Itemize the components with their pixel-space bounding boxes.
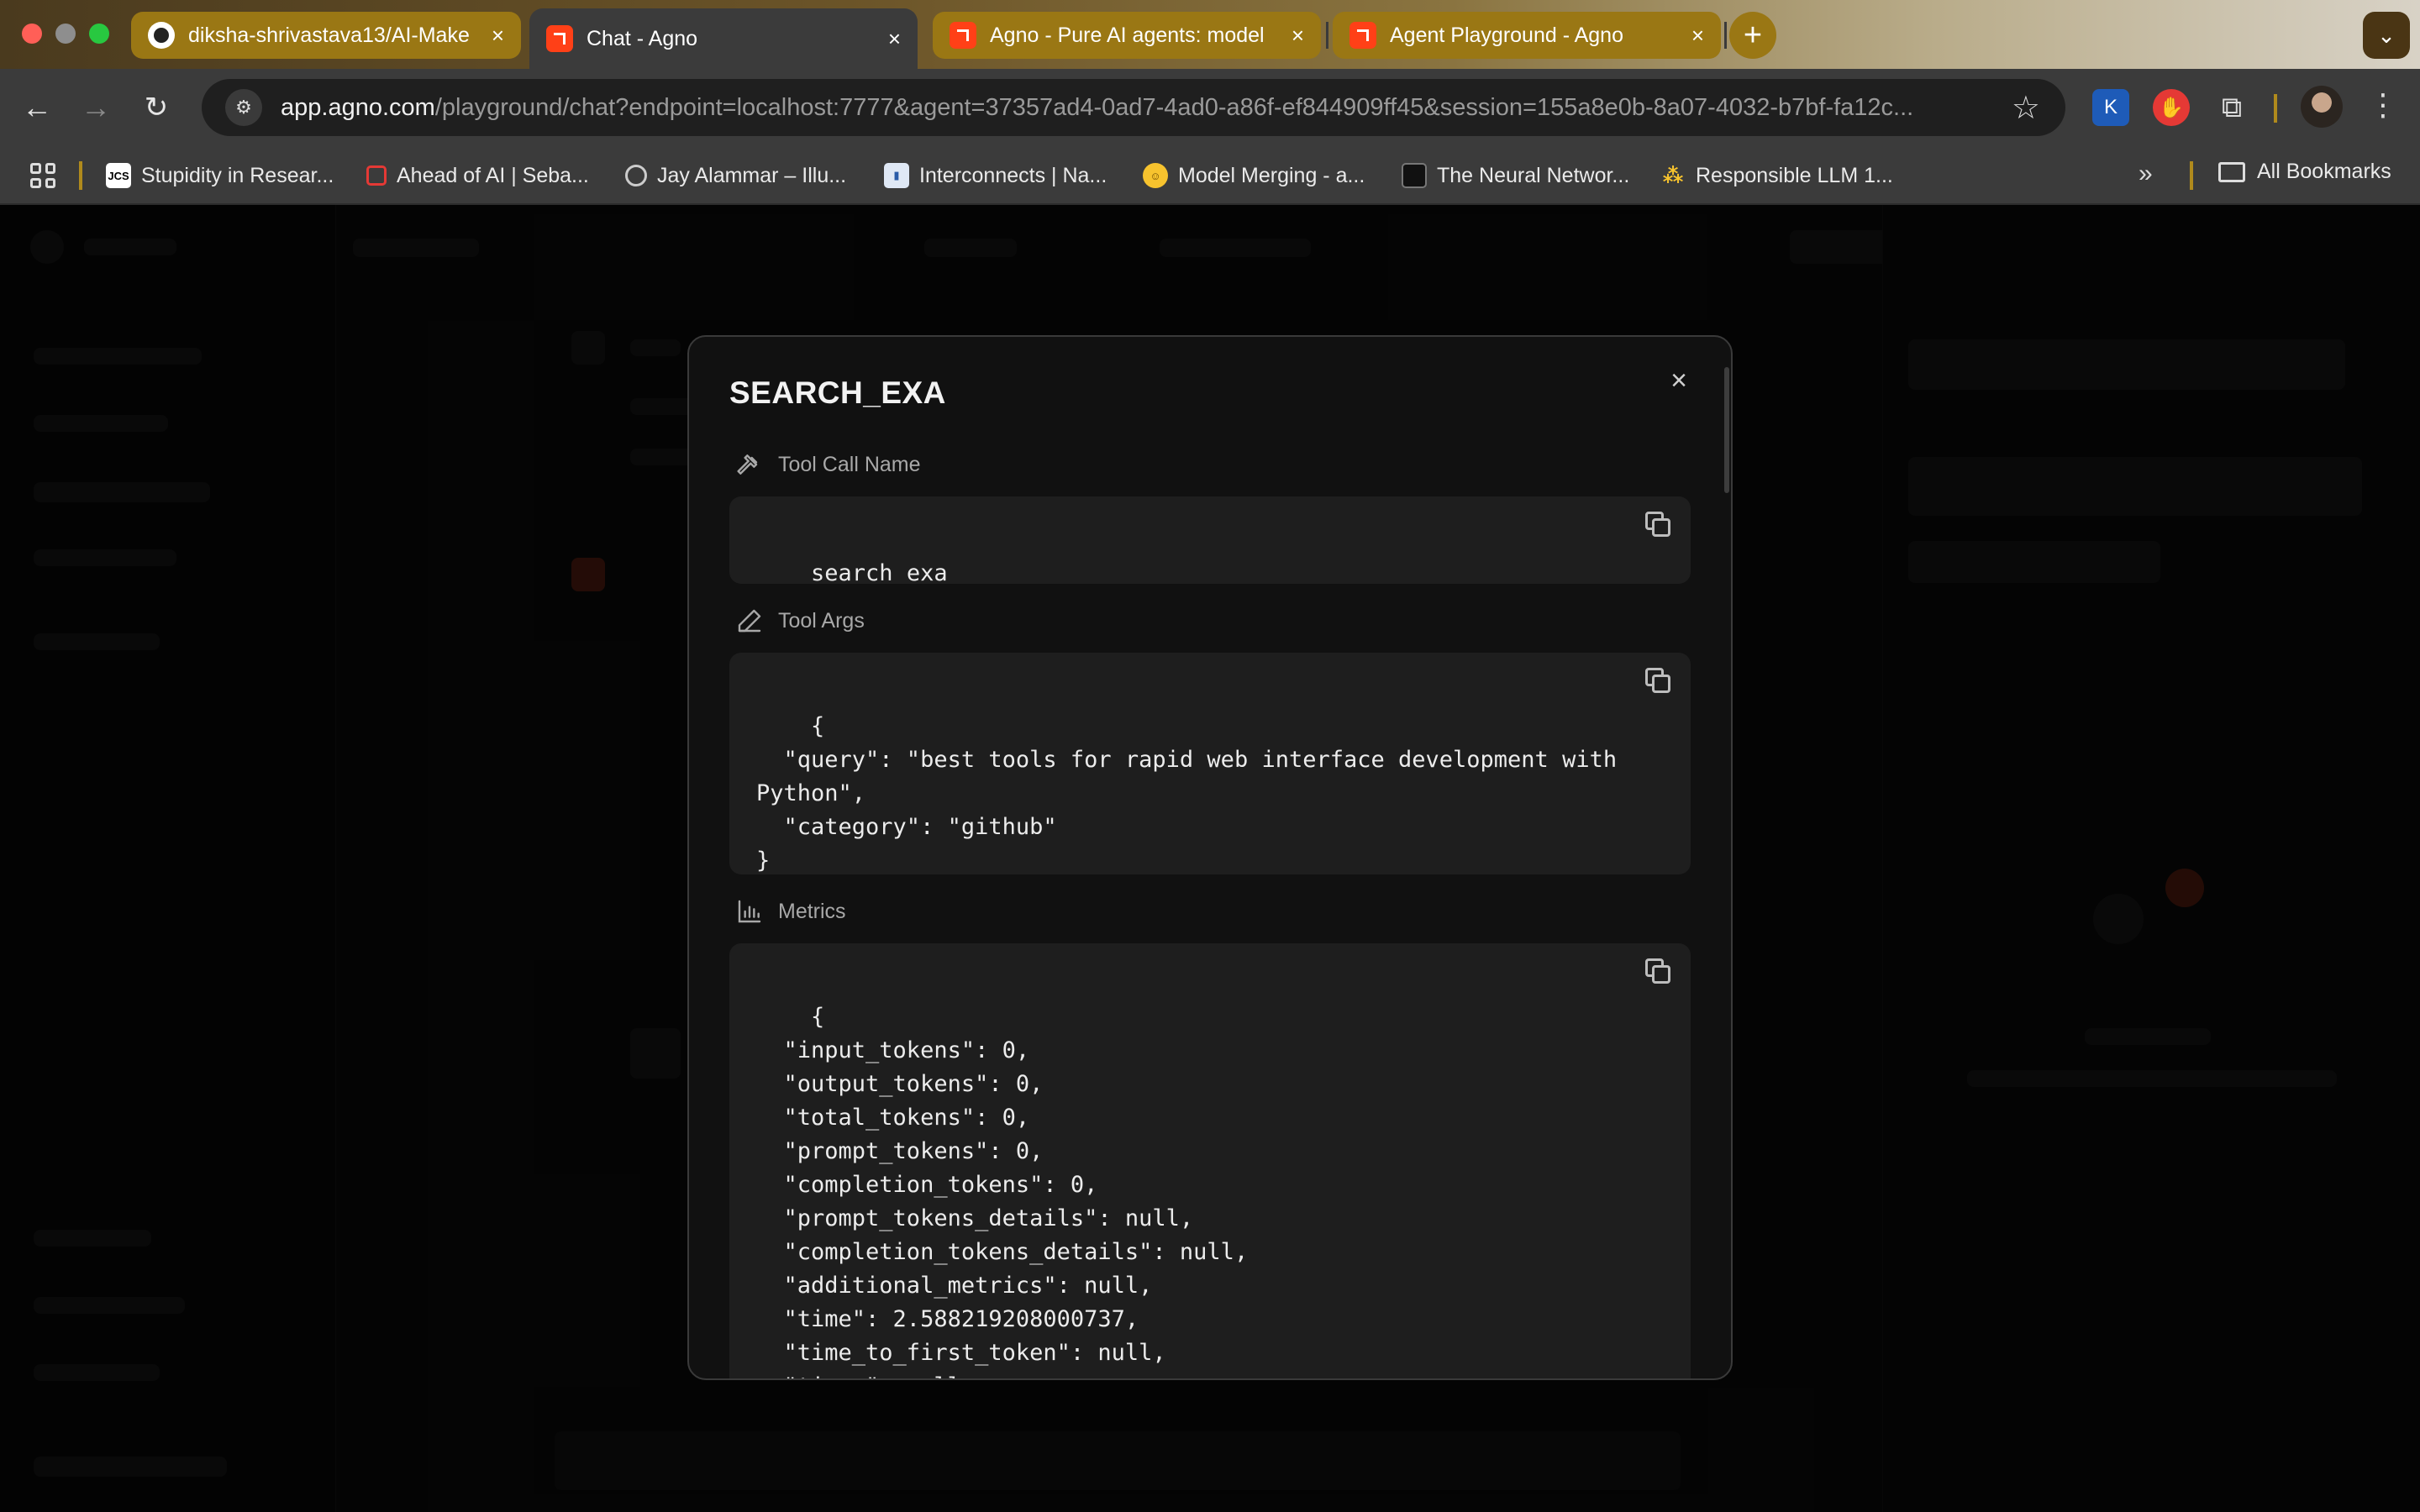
forward-arrow-icon[interactable]: → (76, 87, 116, 128)
globe-icon (625, 165, 647, 186)
browser-tab-github[interactable]: diksha-shrivastava13/AI-Make × (131, 12, 521, 59)
tab-label: Chat - Agno (587, 26, 698, 50)
copy-icon[interactable] (1645, 512, 1674, 540)
tool-call-dialog: × SEARCH_EXA Tool Call Name search_exa T… (687, 335, 1733, 1380)
window-zoom-button[interactable] (89, 24, 109, 44)
browser-tab-agno-pure[interactable]: Agno - Pure AI agents: model × (933, 12, 1321, 59)
browser-tab-chat-agno[interactable]: Chat - Agno × (529, 8, 918, 69)
dialog-scrollbar[interactable] (1724, 367, 1729, 493)
browser-tab-agent-playground[interactable]: Agent Playground - Agno × (1333, 12, 1721, 59)
window-minimize-button[interactable] (55, 24, 76, 44)
tool-call-name-box: search_exa (729, 496, 1691, 584)
browser-tab-strip: diksha-shrivastava13/AI-Make × Chat - Ag… (0, 0, 2420, 69)
bookmarks-divider (79, 161, 82, 190)
back-arrow-icon[interactable]: ← (17, 87, 57, 128)
folder-icon (2218, 161, 2245, 182)
agno-icon (1349, 22, 1376, 49)
browser-toolbar: ← → ↻ ⚙ app.agno.com/playground/chat?end… (0, 69, 2420, 144)
close-icon[interactable]: × (1664, 365, 1694, 396)
bookmarks-bar: JCS Stupidity in Resear... Ahead of AI |… (0, 144, 2420, 205)
book-icon: ▮ (884, 163, 909, 188)
bookmark-star-icon[interactable]: ☆ (2012, 89, 2040, 127)
tab-close-icon[interactable]: × (888, 26, 901, 52)
extensions-puzzle-icon[interactable]: ⧉ (2213, 89, 2250, 126)
tab-label: Agno - Pure AI agents: model (990, 23, 1265, 47)
tab-divider (1724, 22, 1727, 49)
dialog-title: SEARCH_EXA (729, 375, 946, 410)
bookmark-item[interactable]: JCS Stupidity in Resear... (106, 160, 334, 192)
hugging-face-icon: ☺ (1143, 163, 1168, 188)
new-tab-button[interactable]: + (1729, 12, 1776, 59)
toolbar-divider (2274, 94, 2277, 123)
bookmarks-overflow-icon[interactable]: » (2139, 160, 2153, 188)
reload-icon[interactable]: ↻ (136, 87, 176, 128)
copy-icon[interactable] (1645, 958, 1674, 987)
all-bookmarks-button[interactable]: All Bookmarks (2218, 160, 2391, 184)
bar-chart-icon (738, 900, 761, 923)
tab-divider (1326, 22, 1328, 49)
tool-args-value: { "query": "best tools for rapid web int… (756, 713, 1618, 874)
folded-hands-icon: ⁂ (1662, 164, 1684, 187)
bookmark-item[interactable]: ⁂ Responsible LLM 1... (1660, 160, 1893, 192)
bookmark-item[interactable]: The Neural Networ... (1402, 160, 1629, 192)
bookmark-item[interactable]: ▮ Interconnects | Na... (884, 160, 1107, 192)
profile-avatar[interactable] (2301, 86, 2343, 128)
github-icon (148, 22, 175, 49)
tab-close-icon[interactable]: × (1292, 23, 1304, 49)
url-text[interactable]: app.agno.com/playground/chat?endpoint=lo… (281, 94, 1995, 122)
tab-search-chevron-icon[interactable]: ⌄ (2363, 12, 2410, 59)
hammer-icon (737, 454, 758, 475)
copy-icon[interactable] (1645, 668, 1674, 696)
extension-k-icon[interactable]: K (2092, 89, 2129, 126)
tool-args-box: { "query": "best tools for rapid web int… (729, 653, 1691, 874)
tab-label: Agent Playground - Agno (1390, 23, 1623, 47)
metrics-value: { "input_tokens": 0, "output_tokens": 0,… (783, 1004, 1249, 1378)
page-icon (366, 165, 387, 186)
metrics-heading: Metrics (736, 898, 846, 925)
bookmark-item[interactable]: Jay Alammar – Illu... (625, 160, 846, 192)
tool-call-name-value: search_exa (811, 560, 948, 584)
metrics-box: { "input_tokens": 0, "output_tokens": 0,… (729, 943, 1691, 1378)
agno-icon (950, 22, 976, 49)
window-close-button[interactable] (22, 24, 42, 44)
tab-close-icon[interactable]: × (492, 23, 504, 49)
browser-menu-icon[interactable]: ⋮ (2368, 87, 2398, 123)
extension-block-icon[interactable]: ✋ (2153, 89, 2190, 126)
apps-grid-icon[interactable] (30, 163, 55, 188)
agno-icon (546, 25, 573, 52)
tab-close-icon[interactable]: × (1691, 23, 1704, 49)
tab-label: diksha-shrivastava13/AI-Make (188, 23, 470, 47)
bookmark-item[interactable]: ☺ Model Merging - a... (1143, 160, 1365, 192)
bookmarks-divider (2190, 161, 2193, 190)
site-settings-icon[interactable]: ⚙ (225, 89, 262, 126)
pencil-icon (738, 609, 761, 633)
bookmark-item[interactable]: Ahead of AI | Seba... (366, 160, 589, 192)
tool-args-heading: Tool Args (736, 607, 865, 634)
address-bar[interactable]: ⚙ app.agno.com/playground/chat?endpoint=… (202, 79, 2065, 136)
jcs-icon: JCS (106, 163, 131, 188)
tool-call-name-heading: Tool Call Name (736, 451, 921, 478)
neural-network-icon (1402, 163, 1427, 188)
